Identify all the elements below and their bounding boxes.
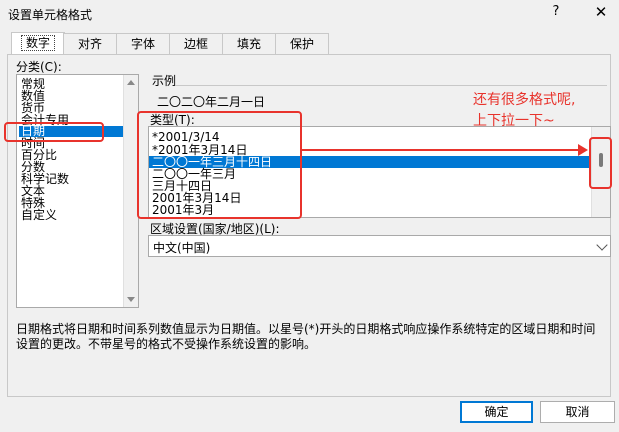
annotation-arrow [302, 149, 580, 151]
category-scrollbar[interactable] [123, 75, 138, 307]
category-label: 分类(C): [16, 60, 62, 74]
ok-button[interactable]: 确定 [460, 401, 533, 423]
close-button[interactable]: ✕ [592, 3, 610, 21]
annotation-box-category [4, 122, 104, 142]
annotation-box-type [137, 111, 302, 219]
chevron-down-icon[interactable] [596, 239, 608, 251]
tab-protection[interactable]: 保护 [275, 33, 329, 54]
tab-border[interactable]: 边框 [169, 33, 223, 54]
region-select[interactable]: 中文(中国) [148, 235, 611, 257]
annotation-box-scrollbar [589, 137, 612, 189]
tab-alignment[interactable]: 对齐 [63, 33, 117, 54]
tab-font[interactable]: 字体 [116, 33, 170, 54]
region-value: 中文(中国) [153, 241, 211, 255]
title-bar: 设置单元格格式 ? ✕ [0, 0, 619, 28]
example-divider [175, 85, 607, 86]
annotation-arrow-head-icon [578, 144, 588, 156]
cancel-button[interactable]: 取消 [540, 401, 615, 423]
scroll-up-icon[interactable] [127, 80, 135, 85]
window-title: 设置单元格格式 [8, 8, 93, 22]
scroll-down-icon[interactable] [127, 297, 135, 302]
annotation-text-1: 还有很多格式呢, [473, 92, 576, 108]
tab-number[interactable]: 数字 [11, 32, 65, 55]
help-button[interactable]: ? [549, 4, 563, 22]
example-value: 二〇二〇年二月一日 [157, 95, 266, 109]
category-item[interactable]: 自定义 [19, 209, 59, 221]
format-description: 日期格式将日期和时间系列数值显示为日期值。以星号(*)开头的日期格式响应操作系统… [16, 322, 596, 351]
tab-strip: 数字 对齐 字体 边框 填充 保护 [0, 32, 619, 55]
example-label: 示例 [152, 74, 177, 88]
tab-fill[interactable]: 填充 [222, 33, 276, 54]
category-list[interactable]: 常规 数值 货币 会计专用 日期 时间 百分比 分数 科学记数 文本 特殊 自定… [16, 74, 139, 308]
annotation-text-2: 上下拉一下~ [473, 113, 555, 129]
